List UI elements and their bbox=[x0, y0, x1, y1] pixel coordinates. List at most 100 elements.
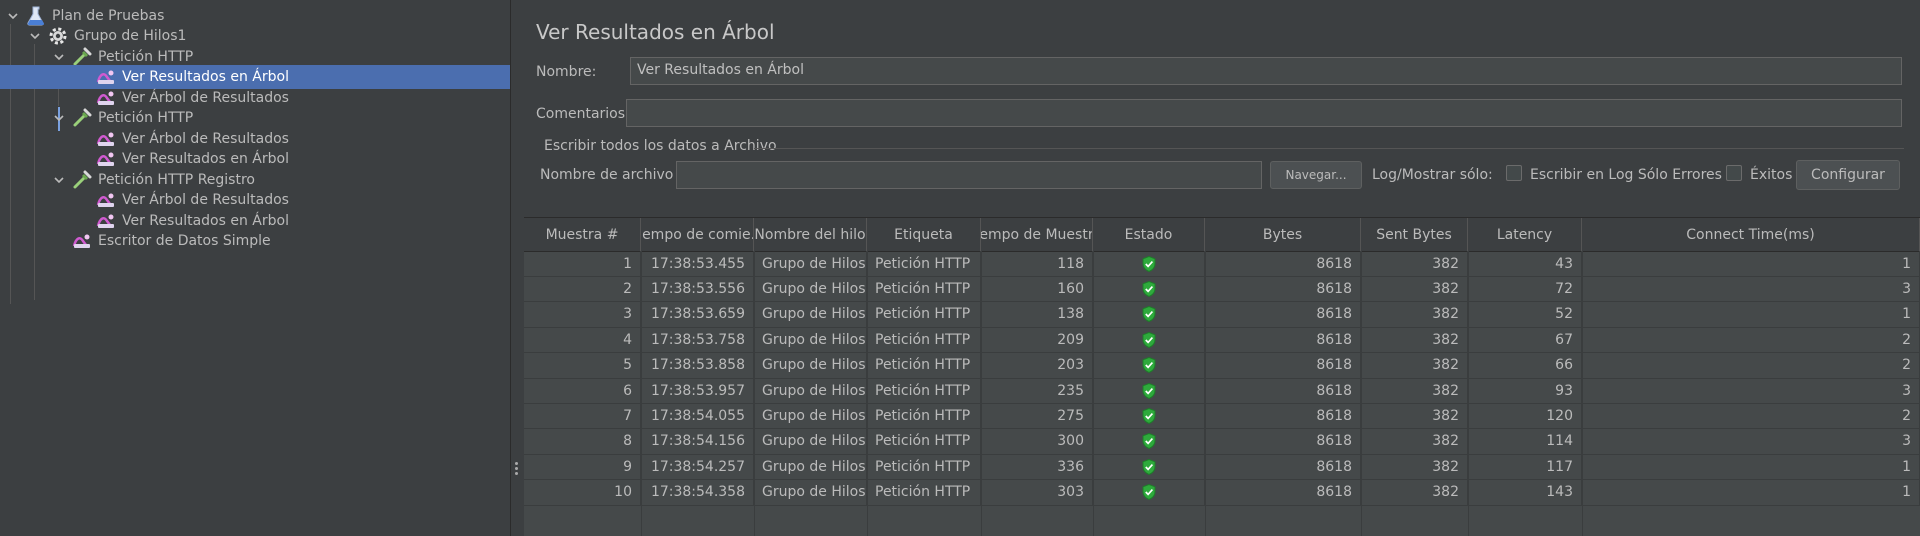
success-label[interactable]: Éxitos bbox=[1750, 167, 1792, 183]
col-start-time-header[interactable]: Tiempo de comie... bbox=[641, 218, 754, 251]
col-bytes-header[interactable]: Bytes bbox=[1205, 218, 1361, 251]
panel-title: Ver Resultados en Árbol bbox=[536, 20, 775, 44]
col-sent-bytes-cell: 382 bbox=[1361, 251, 1468, 276]
col-start-time-cell: 17:38:54.358 bbox=[641, 479, 754, 505]
col-status-header[interactable]: Estado bbox=[1093, 218, 1205, 251]
col-label-cell: Petición HTTP bbox=[867, 276, 981, 302]
test-plan-tree[interactable]: Plan de Pruebas Grupo de Hilos1 Petición H… bbox=[0, 0, 518, 536]
col-sample-time-cell: 235 bbox=[981, 378, 1093, 403]
col-thread-name-cell: Grupo de Hilos1 1... bbox=[754, 352, 867, 378]
col-label-cell: Petición HTTP bbox=[867, 479, 981, 505]
col-sample-number-header[interactable]: Muestra # bbox=[524, 218, 641, 251]
success-shield-icon bbox=[1093, 454, 1205, 480]
pipette-icon bbox=[72, 47, 92, 67]
col-sample-time-cell: 209 bbox=[981, 327, 1093, 353]
col-sample-time-cell: 160 bbox=[981, 276, 1093, 302]
col-connect-time-cell: 2 bbox=[1582, 352, 1920, 378]
table-row[interactable]: 917:38:54.257Grupo de Hilos1 1...Petició… bbox=[524, 454, 1920, 481]
chevron-down-icon[interactable] bbox=[6, 9, 20, 23]
col-thread-name-cell: Grupo de Hilos1 1... bbox=[754, 454, 867, 480]
chevron-down-icon[interactable] bbox=[52, 173, 66, 187]
name-label: Nombre: bbox=[536, 64, 597, 80]
col-latency-cell: 52 bbox=[1468, 301, 1582, 327]
col-sample-time-header[interactable]: Tiempo de Muestr... bbox=[981, 218, 1093, 251]
tree-item-label: Petición HTTP Registro bbox=[98, 172, 255, 188]
col-bytes-cell: 8618 bbox=[1205, 479, 1361, 505]
listener-icon bbox=[96, 129, 116, 149]
name-field[interactable]: Ver Resultados en Árbol bbox=[630, 57, 1902, 85]
tree-item-simple-data-writer[interactable]: Escritor de Datos Simple bbox=[0, 229, 510, 253]
table-row[interactable]: 1017:38:54.358Grupo de Hilos1 1...Petici… bbox=[524, 479, 1920, 506]
col-label-cell: Petición HTTP bbox=[867, 403, 981, 429]
col-latency-header[interactable]: Latency bbox=[1468, 218, 1582, 251]
table-header: Muestra #Tiempo de comie...Nombre del hi… bbox=[524, 217, 1920, 252]
chevron-down-icon[interactable] bbox=[28, 29, 42, 43]
col-label-header[interactable]: Etiqueta bbox=[867, 218, 981, 251]
table-row[interactable]: 417:38:53.758Grupo de Hilos1 1...Petició… bbox=[524, 327, 1920, 354]
panel-splitter-handle[interactable] bbox=[513, 460, 519, 480]
col-connect-time-cell: 2 bbox=[1582, 403, 1920, 429]
col-latency-cell: 114 bbox=[1468, 428, 1582, 454]
table-row[interactable]: 717:38:54.055Grupo de Hilos1 1...Petició… bbox=[524, 403, 1920, 430]
browse-button[interactable]: Navegar... bbox=[1270, 161, 1362, 189]
col-connect-time-cell: 3 bbox=[1582, 276, 1920, 302]
log-display-label: Log/Mostrar sólo: bbox=[1372, 167, 1493, 183]
gear-icon bbox=[48, 26, 68, 46]
table-row[interactable]: 817:38:54.156Grupo de Hilos1 1...Petició… bbox=[524, 428, 1920, 455]
success-shield-icon bbox=[1093, 276, 1205, 302]
col-sample-number-cell: 3 bbox=[524, 301, 641, 327]
tree-item-label: Petición HTTP bbox=[98, 49, 194, 65]
listener-icon bbox=[96, 190, 116, 210]
col-label-cell: Petición HTTP bbox=[867, 428, 981, 454]
comments-label: Comentarios bbox=[536, 106, 626, 122]
group-divider bbox=[754, 148, 1904, 149]
configure-button[interactable]: Configurar bbox=[1796, 160, 1900, 190]
table-row[interactable]: 217:38:53.556Grupo de Hilos1 1...Petició… bbox=[524, 276, 1920, 303]
col-sample-number-cell: 7 bbox=[524, 403, 641, 429]
comments-field[interactable] bbox=[626, 99, 1902, 127]
success-checkbox[interactable] bbox=[1726, 165, 1742, 181]
col-thread-name-header[interactable]: Nombre del hilo bbox=[754, 218, 867, 251]
tree-item-label: Ver Resultados en Árbol bbox=[122, 213, 289, 229]
pipette-icon bbox=[72, 170, 92, 190]
success-shield-icon bbox=[1093, 251, 1205, 276]
file-name-label: Nombre de archivo bbox=[540, 167, 674, 183]
col-bytes-cell: 8618 bbox=[1205, 251, 1361, 276]
col-bytes-cell: 8618 bbox=[1205, 327, 1361, 353]
col-sent-bytes-cell: 382 bbox=[1361, 479, 1468, 505]
chevron-down-icon[interactable] bbox=[52, 111, 66, 125]
col-sent-bytes-cell: 382 bbox=[1361, 352, 1468, 378]
col-connect-time-cell: 1 bbox=[1582, 251, 1920, 276]
table-row[interactable]: 517:38:53.858Grupo de Hilos1 1...Petició… bbox=[524, 352, 1920, 379]
file-name-field[interactable] bbox=[676, 161, 1262, 189]
success-shield-icon bbox=[1093, 428, 1205, 454]
errors-only-label[interactable]: Escribir en Log Sólo Errores bbox=[1530, 167, 1722, 183]
col-latency-cell: 67 bbox=[1468, 327, 1582, 353]
col-label-cell: Petición HTTP bbox=[867, 327, 981, 353]
col-latency-cell: 93 bbox=[1468, 378, 1582, 403]
col-sample-time-cell: 118 bbox=[981, 251, 1093, 276]
col-bytes-cell: 8618 bbox=[1205, 352, 1361, 378]
listener-icon bbox=[96, 149, 116, 169]
success-shield-icon bbox=[1093, 327, 1205, 353]
col-latency-cell: 43 bbox=[1468, 251, 1582, 276]
col-sample-number-cell: 8 bbox=[524, 428, 641, 454]
col-bytes-cell: 8618 bbox=[1205, 276, 1361, 302]
table-row[interactable]: 617:38:53.957Grupo de Hilos1 1...Petició… bbox=[524, 378, 1920, 404]
col-label-cell: Petición HTTP bbox=[867, 378, 981, 403]
col-sample-number-cell: 5 bbox=[524, 352, 641, 378]
errors-only-checkbox[interactable] bbox=[1506, 165, 1522, 181]
chevron-down-icon[interactable] bbox=[52, 50, 66, 64]
col-start-time-cell: 17:38:53.556 bbox=[641, 276, 754, 302]
table-row[interactable]: 317:38:53.659Grupo de Hilos1 1...Petició… bbox=[524, 301, 1920, 328]
col-start-time-cell: 17:38:54.156 bbox=[641, 428, 754, 454]
col-connect-time-header[interactable]: Connect Time(ms) bbox=[1582, 218, 1920, 251]
table-row[interactable]: 117:38:53.455Grupo de Hilos1 1...Petició… bbox=[524, 251, 1920, 277]
col-connect-time-cell: 1 bbox=[1582, 301, 1920, 327]
results-table[interactable]: Muestra #Tiempo de comie...Nombre del hi… bbox=[524, 217, 1920, 536]
col-sent-bytes-cell: 382 bbox=[1361, 454, 1468, 480]
col-sample-number-cell: 4 bbox=[524, 327, 641, 353]
col-sent-bytes-header[interactable]: Sent Bytes bbox=[1361, 218, 1468, 251]
col-start-time-cell: 17:38:53.858 bbox=[641, 352, 754, 378]
col-connect-time-cell: 1 bbox=[1582, 479, 1920, 505]
